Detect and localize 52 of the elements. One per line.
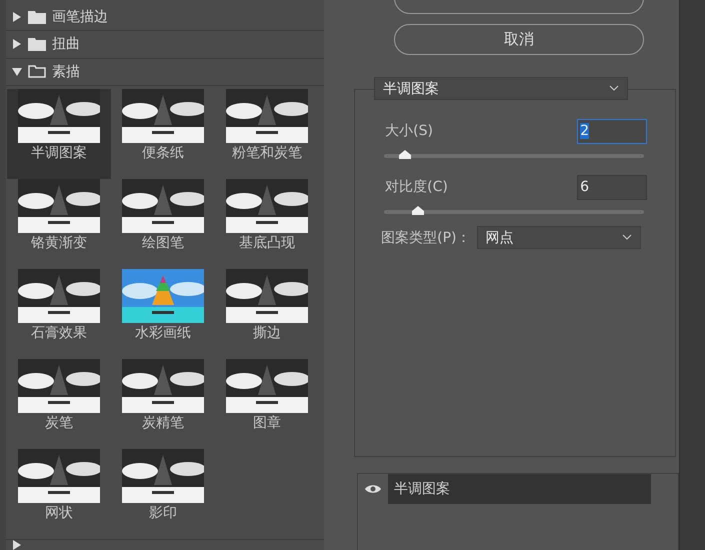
- folder-icon: [28, 38, 46, 51]
- effect-layer-name[interactable]: 半调图案: [388, 474, 652, 504]
- filter-tile[interactable]: 图章: [215, 358, 319, 449]
- number-field[interactable]: 2: [577, 118, 648, 144]
- folder-icon: [28, 65, 46, 78]
- filter-label: 炭精笔: [142, 414, 184, 432]
- triangle-right-icon: [12, 540, 22, 550]
- parameter-label: 大小(S): [385, 122, 433, 140]
- chevron-down-icon: [609, 85, 620, 92]
- filter-label: 影印: [149, 504, 177, 522]
- filter-tile[interactable]: 绘图笔: [111, 178, 215, 269]
- filter-label: 水彩画纸: [135, 324, 191, 342]
- filter-tile[interactable]: 粉笔和炭笔: [215, 88, 319, 179]
- filter-label: 炭笔: [45, 414, 73, 432]
- filter-tile[interactable]: 半调图案: [7, 88, 111, 179]
- filter-group-row[interactable]: 素描: [6, 58, 324, 86]
- filter-group-label: 画笔描边: [52, 8, 108, 26]
- filter-tile[interactable]: 铬黄渐变: [7, 178, 111, 269]
- filter-tile[interactable]: 基底凸现: [215, 178, 319, 269]
- filter-group-row[interactable]: 画笔描边: [6, 4, 324, 32]
- filter-tile[interactable]: 网状: [7, 448, 111, 539]
- filter-label: 石膏效果: [31, 324, 87, 342]
- number-field[interactable]: 6: [577, 174, 648, 200]
- filter-tile[interactable]: 影印: [111, 448, 215, 539]
- filter-tile[interactable]: 石膏效果: [7, 268, 111, 359]
- filter-label: 半调图案: [31, 144, 87, 162]
- filter-label: 撕边: [253, 324, 281, 342]
- eye-icon[interactable]: [365, 484, 382, 494]
- parameter-label: 图案类型(P)：: [381, 228, 471, 246]
- pattern-type-dropdown[interactable]: 网点: [476, 226, 641, 249]
- filter-group-label: 扭曲: [52, 35, 80, 54]
- parameter-label: 对比度(C): [385, 178, 448, 196]
- filter-label: 图章: [253, 414, 281, 432]
- filter-label: 绘图笔: [142, 234, 184, 252]
- folder-icon: [28, 10, 46, 24]
- slider-thumb[interactable]: [412, 206, 424, 215]
- cancel-button[interactable]: 取消: [394, 24, 644, 55]
- chevron-down-icon: [622, 234, 632, 241]
- filter-group-row[interactable]: 扭曲: [6, 31, 324, 59]
- filter-label: 基底凸现: [239, 234, 295, 252]
- filter-dropdown[interactable]: 半调图案: [374, 77, 628, 100]
- filter-label: 铬黄渐变: [31, 234, 87, 252]
- filter-tile[interactable]: 炭笔: [7, 358, 111, 449]
- filter-tile[interactable]: 炭精笔: [111, 358, 215, 449]
- filter-tile[interactable]: 便条纸: [111, 88, 215, 179]
- filter-tile[interactable]: 水彩画纸: [111, 268, 215, 359]
- filter-group-label: 素描: [52, 62, 80, 81]
- filter-label: 便条纸: [142, 144, 184, 162]
- filter-tile[interactable]: 撕边: [215, 268, 319, 359]
- slider-thumb[interactable]: [398, 150, 411, 159]
- filter-label: 网状: [45, 504, 73, 522]
- filter-label: 粉笔和炭笔: [232, 144, 302, 162]
